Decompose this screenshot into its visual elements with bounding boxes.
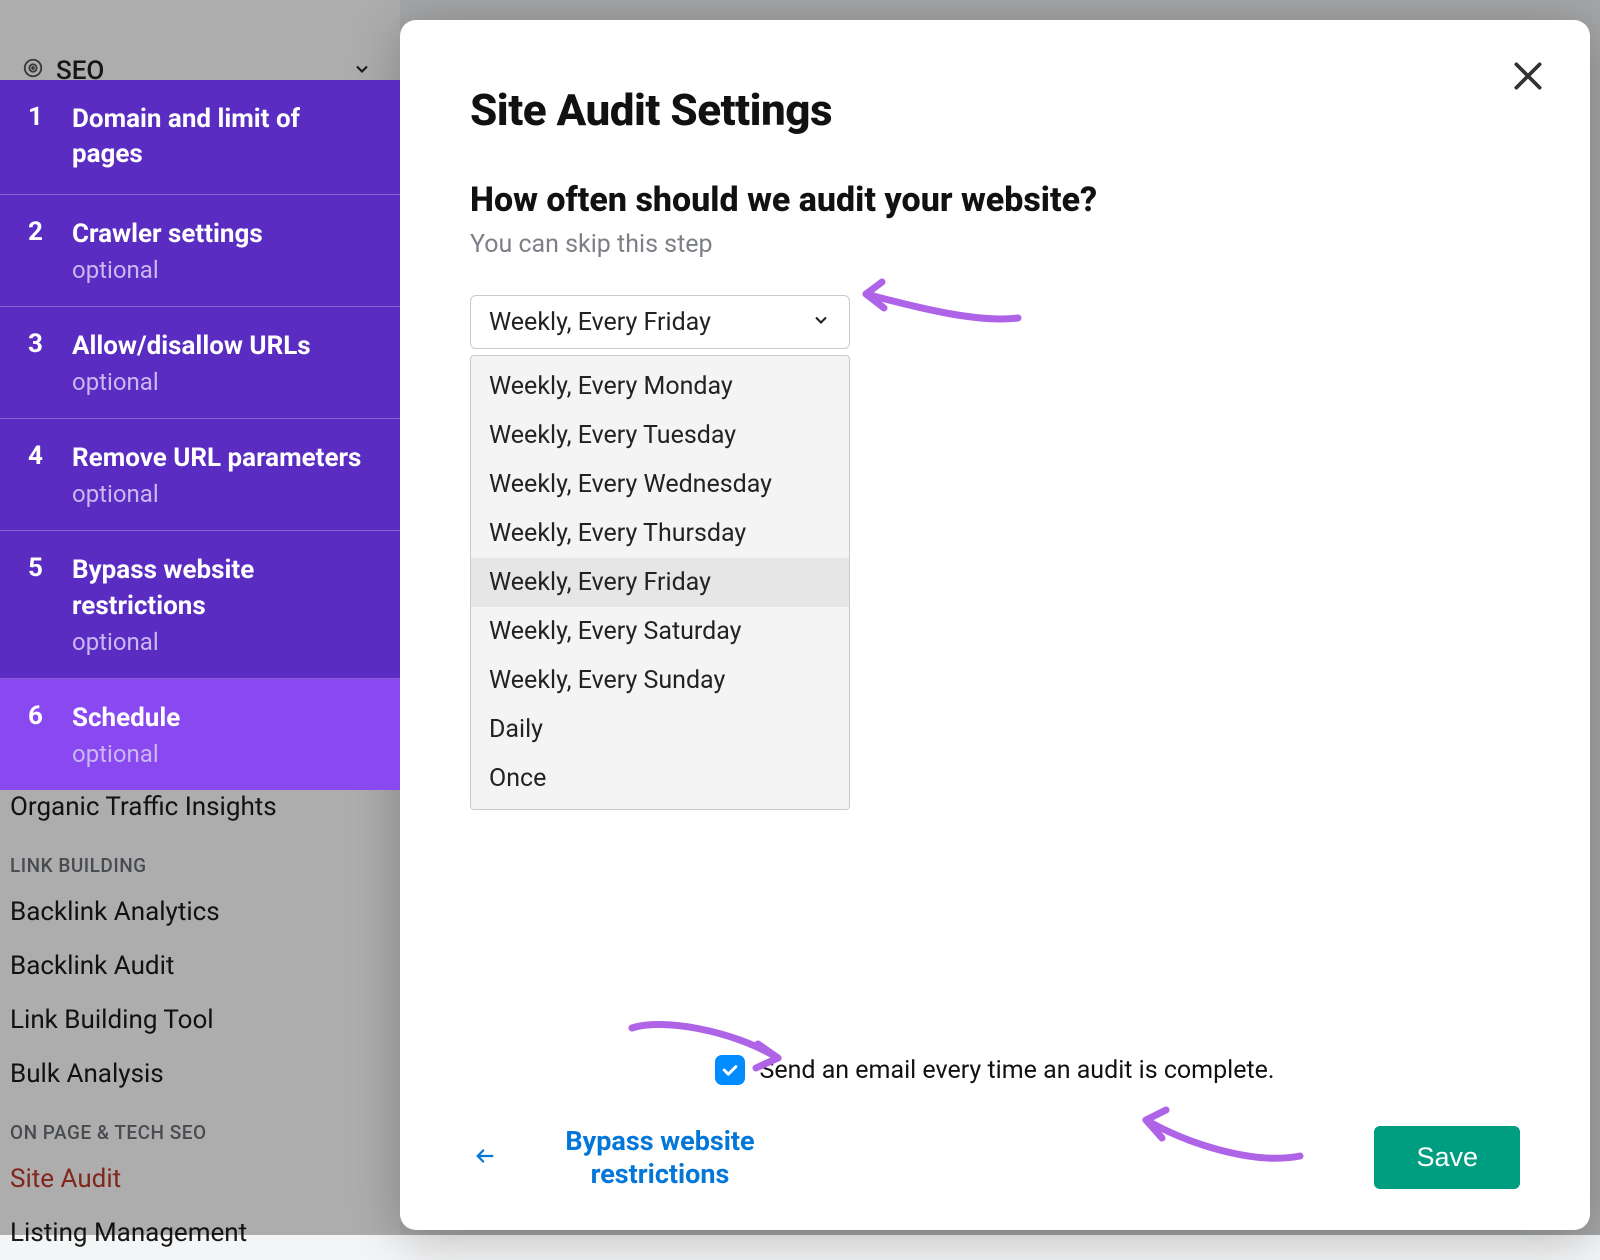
step-number: 1 (28, 102, 48, 132)
schedule-option[interactable]: Weekly, Every Thursday (471, 509, 849, 558)
step-optional: optional (72, 256, 263, 284)
step-optional: optional (72, 480, 361, 508)
modal-title: Site Audit Settings (470, 84, 1520, 136)
schedule-question: How often should we audit your website? (470, 180, 1520, 220)
back-arrow-icon[interactable] (470, 1141, 500, 1174)
step-number: 6 (28, 701, 48, 731)
step-title: Allow/disallow URLs (72, 329, 311, 364)
close-button[interactable] (1508, 56, 1548, 96)
step-optional: optional (72, 628, 372, 656)
step-number: 4 (28, 441, 48, 471)
email-notification-checkbox[interactable] (715, 1055, 745, 1085)
chevron-down-icon (811, 308, 831, 337)
save-button[interactable]: Save (1374, 1126, 1520, 1189)
wizard-step-5[interactable]: 5 Bypass website restrictions optional (0, 531, 400, 678)
wizard-step-1[interactable]: 1 Domain and limit of pages (0, 80, 400, 195)
wizard-step-6[interactable]: 6 Schedule optional (0, 679, 400, 790)
wizard-step-2[interactable]: 2 Crawler settings optional (0, 195, 400, 307)
wizard-steps: 1 Domain and limit of pages 2 Crawler se… (0, 80, 400, 790)
schedule-option[interactable]: Weekly, Every Sunday (471, 656, 849, 705)
step-title: Schedule (72, 701, 180, 736)
schedule-dropdown: Weekly, Every Monday Weekly, Every Tuesd… (470, 355, 850, 810)
step-title: Domain and limit of pages (72, 102, 372, 172)
schedule-option[interactable]: Daily (471, 705, 849, 754)
step-number: 2 (28, 217, 48, 247)
step-optional: optional (72, 368, 311, 396)
wizard-step-3[interactable]: 3 Allow/disallow URLs optional (0, 307, 400, 419)
step-optional: optional (72, 740, 180, 768)
email-notification-label: Send an email every time an audit is com… (759, 1056, 1274, 1085)
schedule-option[interactable]: Weekly, Every Tuesday (471, 411, 849, 460)
schedule-option[interactable]: Once (471, 754, 849, 803)
schedule-select-value: Weekly, Every Friday (489, 308, 711, 337)
schedule-option[interactable]: Weekly, Every Friday (471, 558, 849, 607)
step-title: Bypass website restrictions (72, 553, 372, 623)
schedule-select[interactable]: Weekly, Every Friday (470, 295, 850, 349)
step-number: 3 (28, 329, 48, 359)
step-title: Remove URL parameters (72, 441, 361, 476)
schedule-option[interactable]: Weekly, Every Wednesday (471, 460, 849, 509)
schedule-option[interactable]: Weekly, Every Saturday (471, 607, 849, 656)
step-number: 5 (28, 553, 48, 583)
wizard-step-4[interactable]: 4 Remove URL parameters optional (0, 419, 400, 531)
back-link[interactable]: Bypass website restrictions (530, 1125, 790, 1190)
schedule-hint: You can skip this step (470, 230, 1520, 259)
site-audit-settings-modal: Site Audit Settings How often should we … (400, 20, 1590, 1230)
step-title: Crawler settings (72, 217, 263, 252)
schedule-option[interactable]: Weekly, Every Monday (471, 362, 849, 411)
